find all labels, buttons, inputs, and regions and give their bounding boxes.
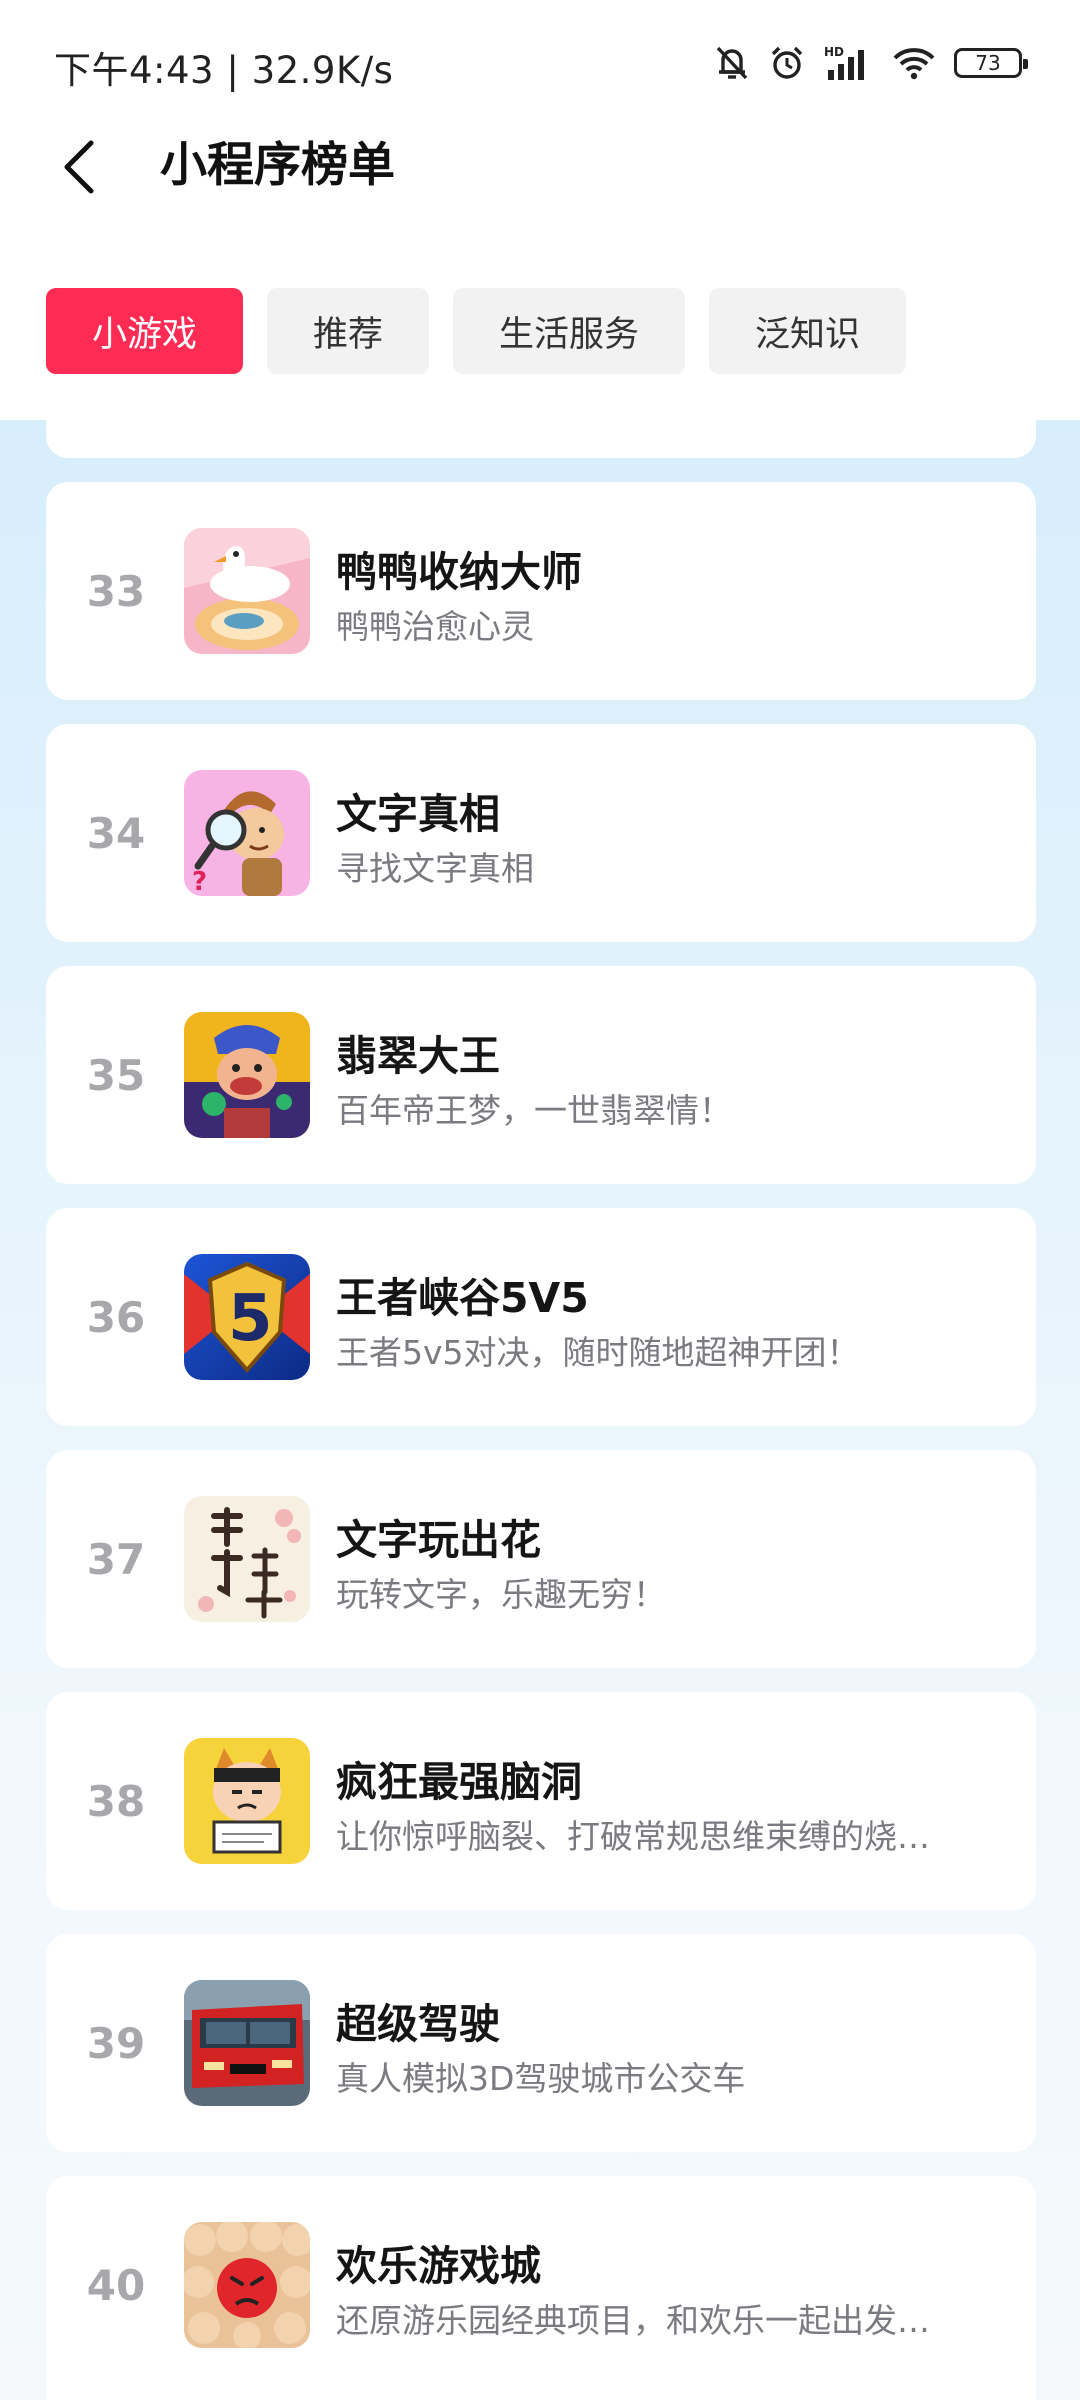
- calligraphy-flowers-icon: [184, 1496, 310, 1622]
- alarm-icon: [768, 44, 806, 82]
- rank-number: 37: [86, 1534, 146, 1584]
- app-description: 寻找文字真相: [336, 849, 534, 888]
- svg-text:5: 5: [228, 1282, 273, 1356]
- app-name: 文字玩出花: [336, 1516, 541, 1564]
- back-arrow-icon: [64, 140, 94, 194]
- tab-knowledge[interactable]: 泛知识: [709, 288, 907, 374]
- app-name: 疯狂最强脑洞: [336, 1758, 582, 1806]
- five-v-five-shield-icon: 5: [184, 1254, 310, 1380]
- wifi-icon: [892, 45, 936, 81]
- status-icons: HD 73: [714, 40, 1028, 86]
- status-time: 下午4:43 | 32.9K/s: [54, 49, 394, 92]
- angry-crowd-icon: [184, 2222, 310, 2348]
- app-description: 真人模拟3D驾驶城市公交车: [336, 2059, 746, 2098]
- list-item-40[interactable]: 40 欢乐游戏城 还原游乐园经典项目，和欢乐一起出发…: [46, 2176, 1036, 2400]
- duck-storage-icon: [184, 528, 310, 654]
- app-name: 鸭鸭收纳大师: [336, 548, 582, 596]
- list-item-33[interactable]: 33 鸭鸭收纳大师 鸭鸭治愈心灵: [46, 482, 1036, 700]
- app-description: 百年帝王梦，一世翡翠情！: [336, 1091, 732, 1130]
- app-description: 玩转文字，乐趣无穷！: [336, 1575, 666, 1614]
- app-description: 王者5v5对决，随时随地超神开团！: [336, 1333, 860, 1372]
- header-area: 下午4:43 | 32.9K/s HD 73 小程序榜单 小游戏 推荐 生活服务…: [0, 0, 1080, 420]
- rank-number: 40: [86, 2260, 146, 2310]
- list-item-37[interactable]: 37 文字玩出花 玩转文字，乐趣无穷！: [46, 1450, 1036, 1668]
- page-title: 小程序榜单: [160, 138, 395, 193]
- tab-mini-games[interactable]: 小游戏: [46, 288, 244, 374]
- battery-icon: 73: [954, 48, 1028, 78]
- list-item-36[interactable]: 36 5 王者峡谷5V5 王者5v5对决，随时随地超神开团！: [46, 1208, 1036, 1426]
- brain-puzzle-cartoon-icon: [184, 1738, 310, 1864]
- svg-text:HD: HD: [824, 45, 844, 59]
- tab-life-services[interactable]: 生活服务: [453, 288, 686, 374]
- rank-number: 34: [86, 808, 146, 858]
- app-name: 王者峡谷5V5: [336, 1274, 589, 1322]
- app-name: 欢乐游戏城: [336, 2242, 541, 2290]
- battery-level: 73: [975, 51, 1001, 75]
- tab-recommend[interactable]: 推荐: [267, 288, 430, 374]
- rank-number: 38: [86, 1776, 146, 1826]
- svg-text:?: ?: [192, 867, 207, 896]
- app-description: 鸭鸭治愈心灵: [336, 607, 534, 646]
- list-item-34[interactable]: 34 ? 文字真相 寻找文字真相: [46, 724, 1036, 942]
- list-item-38[interactable]: 38 疯狂最强脑洞 让你惊呼脑裂、打破常规思维束缚的烧…: [46, 1692, 1036, 1910]
- list-item-39[interactable]: 39 超级驾驶 真人模拟3D驾驶城市公交车: [46, 1934, 1036, 2152]
- nav-bar: 小程序榜单: [0, 120, 1080, 220]
- app-name: 超级驾驶: [336, 2000, 500, 2048]
- jade-king-icon: [184, 1012, 310, 1138]
- app-description: 还原游乐园经典项目，和欢乐一起出发…: [336, 2301, 930, 2340]
- hd-signal-icon: HD: [824, 44, 874, 82]
- list-item-35[interactable]: 35 翡翠大王 百年帝王梦，一世翡翠情！: [46, 966, 1036, 1184]
- category-tabs: 小游戏 推荐 生活服务 泛知识: [46, 288, 907, 374]
- app-name: 翡翠大王: [336, 1032, 500, 1080]
- app-name: 文字真相: [336, 790, 500, 838]
- mute-bell-icon: [714, 44, 750, 82]
- app-description: 让你惊呼脑裂、打破常规思维束缚的烧…: [336, 1817, 930, 1856]
- rank-number: 39: [86, 2018, 146, 2068]
- detective-magnifier-icon: ?: [184, 770, 310, 896]
- status-bar: 下午4:43 | 32.9K/s HD 73: [0, 0, 1080, 130]
- rank-number: 36: [86, 1292, 146, 1342]
- rank-number: 35: [86, 1050, 146, 1100]
- rank-number: 33: [86, 566, 146, 616]
- red-bus-icon: [184, 1980, 310, 2106]
- back-button[interactable]: [44, 132, 114, 202]
